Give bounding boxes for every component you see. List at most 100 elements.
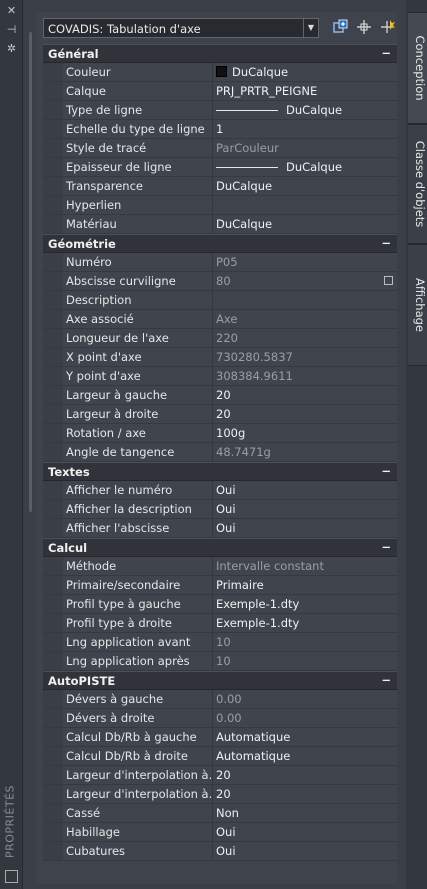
property-value[interactable]: Exemple-1.dty: [213, 595, 397, 613]
property-value[interactable]: [213, 196, 397, 214]
property-row[interactable]: Axe associé Axe: [43, 310, 397, 329]
property-value[interactable]: 1: [213, 120, 397, 138]
property-row[interactable]: Calcul Db/Rb à gauche Automatique: [43, 728, 397, 747]
property-row[interactable]: Afficher la description Oui: [43, 500, 397, 519]
property-row[interactable]: Style de tracé ParCouleur: [43, 139, 397, 158]
property-value: 730280.5837: [213, 348, 397, 366]
collapse-icon[interactable]: −: [381, 236, 391, 250]
property-row[interactable]: Profil type à droite Exemple-1.dty: [43, 614, 397, 633]
property-value[interactable]: DuCalque: [213, 63, 397, 81]
property-row[interactable]: Calque PRJ_PRTR_PEIGNE: [43, 82, 397, 101]
property-value-text: Automatique: [216, 749, 291, 763]
property-value[interactable]: 100g: [213, 424, 397, 442]
property-value[interactable]: 20: [213, 785, 397, 803]
auto-hide-icon[interactable]: ⊣: [5, 24, 18, 36]
calculator-icon[interactable]: [384, 276, 393, 285]
property-value: 0.00: [213, 709, 397, 727]
property-label: Hyperlien: [43, 196, 213, 214]
tab-label: Classe d'objets: [412, 140, 427, 228]
property-value: Axe: [213, 310, 397, 328]
tab-conception[interactable]: Conception: [408, 12, 427, 124]
scrollbar[interactable]: [29, 32, 32, 512]
property-row[interactable]: X point d'axe 730280.5837: [43, 348, 397, 367]
property-value[interactable]: Non: [213, 804, 397, 822]
property-value[interactable]: Automatique: [213, 728, 397, 746]
property-row[interactable]: Calcul Db/Rb à droite Automatique: [43, 747, 397, 766]
palette-corner-icon[interactable]: [5, 870, 18, 883]
property-value[interactable]: Oui: [213, 842, 397, 860]
property-row[interactable]: Dévers à droite 0.00: [43, 709, 397, 728]
property-row[interactable]: Numéro P05: [43, 253, 397, 272]
close-icon[interactable]: ✕: [5, 5, 18, 17]
property-value[interactable]: 20: [213, 386, 397, 404]
property-row[interactable]: Lng application après 10: [43, 652, 397, 671]
property-row[interactable]: Type de ligne DuCalque: [43, 101, 397, 120]
property-value[interactable]: Oui: [213, 823, 397, 841]
tab-affichage[interactable]: Affichage: [408, 244, 427, 366]
toggle-pickadd-icon[interactable]: [332, 19, 350, 37]
property-row[interactable]: Longueur de l'axe 220: [43, 329, 397, 348]
property-row[interactable]: Profil type à gauche Exemple-1.dty: [43, 595, 397, 614]
collapse-icon[interactable]: −: [381, 464, 391, 478]
property-value: ParCouleur: [213, 139, 397, 157]
property-value[interactable]: Exemple-1.dty: [213, 614, 397, 632]
property-row[interactable]: Description: [43, 291, 397, 310]
property-row[interactable]: Méthode Intervalle constant: [43, 557, 397, 576]
property-row[interactable]: Matériau DuCalque: [43, 215, 397, 234]
property-row[interactable]: Dévers à gauche 0.00: [43, 690, 397, 709]
property-row[interactable]: Habillage Oui: [43, 823, 397, 842]
property-row[interactable]: Epaisseur de ligne DuCalque: [43, 158, 397, 177]
property-row[interactable]: Y point d'axe 308384.9611: [43, 367, 397, 386]
property-value[interactable]: Oui: [213, 519, 397, 537]
property-row[interactable]: Largeur d'interpolation à... 20: [43, 766, 397, 785]
collapse-icon[interactable]: −: [381, 673, 391, 687]
property-label: Calque: [43, 82, 213, 100]
quick-select-icon[interactable]: [379, 19, 397, 37]
property-row[interactable]: Transparence DuCalque: [43, 177, 397, 196]
object-selector-dropdown[interactable]: COVADIS: Tabulation d'axe ▼: [43, 18, 319, 38]
property-value-text: 730280.5837: [216, 350, 293, 364]
property-row[interactable]: Rotation / axe 100g: [43, 424, 397, 443]
property-row[interactable]: Afficher l'abscisse Oui: [43, 519, 397, 538]
property-value[interactable]: Automatique: [213, 747, 397, 765]
property-value[interactable]: 20: [213, 405, 397, 423]
property-row[interactable]: Echelle du type de ligne 1: [43, 120, 397, 139]
property-value[interactable]: DuCalque: [213, 158, 397, 176]
property-row[interactable]: Cassé Non: [43, 804, 397, 823]
section-header[interactable]: Textes −: [43, 462, 397, 481]
property-value[interactable]: Primaire: [213, 576, 397, 594]
section-header[interactable]: Général −: [43, 44, 397, 63]
tab-classe-objets[interactable]: Classe d'objets: [408, 124, 427, 244]
property-label: Rotation / axe: [43, 424, 213, 442]
property-value[interactable]: DuCalque: [213, 101, 397, 119]
property-row[interactable]: Angle de tangence 48.7471g: [43, 443, 397, 462]
property-row[interactable]: Hyperlien: [43, 196, 397, 215]
section-header[interactable]: Calcul −: [43, 538, 397, 557]
property-value[interactable]: [213, 291, 397, 309]
property-value[interactable]: DuCalque: [213, 215, 397, 233]
property-row[interactable]: Afficher le numéro Oui: [43, 481, 397, 500]
collapse-icon[interactable]: −: [381, 46, 391, 60]
property-value[interactable]: 20: [213, 766, 397, 784]
property-row[interactable]: Abscisse curviligne 80: [43, 272, 397, 291]
property-row[interactable]: Cubatures Oui: [43, 842, 397, 861]
collapse-icon[interactable]: −: [381, 540, 391, 554]
property-label: Lng application avant: [43, 633, 213, 651]
property-value[interactable]: Oui: [213, 500, 397, 518]
property-row[interactable]: Lng application avant 10: [43, 633, 397, 652]
chevron-down-icon[interactable]: ▼: [303, 19, 318, 37]
property-value[interactable]: PRJ_PRTR_PEIGNE: [213, 82, 397, 100]
settings-icon[interactable]: ✲: [5, 43, 18, 55]
property-row[interactable]: Primaire/secondaire Primaire: [43, 576, 397, 595]
property-row[interactable]: Couleur DuCalque: [43, 63, 397, 82]
section-header[interactable]: AutoPISTE −: [43, 671, 397, 690]
property-value[interactable]: Oui: [213, 481, 397, 499]
select-objects-icon[interactable]: [355, 19, 373, 37]
property-value: P05: [213, 253, 397, 271]
property-value: Intervalle constant: [213, 557, 397, 575]
section-header[interactable]: Géométrie −: [43, 234, 397, 253]
property-value[interactable]: DuCalque: [213, 177, 397, 195]
property-row[interactable]: Largeur à gauche 20: [43, 386, 397, 405]
property-row[interactable]: Largeur à droite 20: [43, 405, 397, 424]
property-row[interactable]: Largeur d'interpolation à... 20: [43, 785, 397, 804]
